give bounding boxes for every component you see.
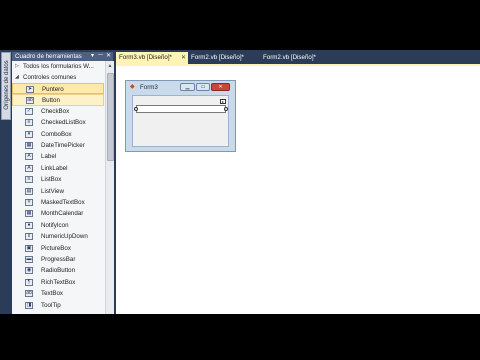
toolbox-item[interactable]: ▦ DateTimePicker: [12, 140, 104, 151]
linklabel-icon: A: [25, 164, 33, 172]
pointer-icon: ➤: [26, 86, 34, 93]
toolbox-item-label: RichTextBox: [41, 278, 76, 286]
tab-form2-design[interactable]: Form2.vb [Diseño]*: [188, 52, 264, 64]
toolbox-item[interactable]: ⇕ NumericUpDown: [12, 231, 104, 242]
toolbox-item[interactable]: ab Button: [12, 94, 104, 106]
combobox-icon: ▾: [25, 130, 33, 138]
category-label: Controles comunes: [23, 74, 77, 81]
designer-surface[interactable]: ◆ Form3 ▁ ▭ ✕ ▸: [116, 64, 480, 314]
toolbox-item[interactable]: A LinkLabel: [12, 163, 104, 174]
toolbox-title: Cuadro de herramientas: [15, 53, 82, 60]
numericupdown-icon: ⇕: [25, 233, 33, 241]
close-tab-icon[interactable]: ✕: [181, 52, 186, 64]
toolbox-item[interactable]: ◉ RadioButton: [12, 265, 104, 276]
tab-form2-design-2[interactable]: Form2.vb [Diseño]*: [260, 52, 336, 64]
scroll-up-icon[interactable]: ▲: [107, 62, 113, 70]
tooltip-icon: ◨: [25, 301, 33, 309]
tab-label: Form2.vb [Diseño]*: [191, 54, 244, 61]
toolbox-item[interactable]: ✓ CheckBox: [12, 106, 104, 117]
visual-studio-window: Orígenes de datos Cuadro de herramientas…: [0, 50, 480, 314]
maximize-icon[interactable]: ▭: [196, 83, 210, 91]
smart-tag-icon[interactable]: ▸: [220, 99, 226, 104]
toolbox-item[interactable]: ≡ CheckedListBox: [12, 117, 104, 128]
picturebox-icon: ▣: [25, 244, 33, 252]
tab-form3-design[interactable]: Form3.vb [Diseño]* ✕: [116, 52, 188, 64]
button-icon: ab: [26, 97, 34, 105]
checkbox-icon: ✓: [25, 107, 33, 115]
toolbox-item[interactable]: ● NotifyIcon: [12, 220, 104, 231]
toolbox-panel: Cuadro de herramientas ▾ ᅳ ✕ ▷ Todos los…: [12, 52, 114, 314]
window-position-icon[interactable]: ▾: [89, 52, 96, 61]
toolbox-item[interactable]: ▦ MonthCalendar: [12, 208, 104, 219]
expanded-arrow-icon: ◢: [15, 74, 19, 80]
resize-handle-right[interactable]: [224, 107, 228, 111]
checkedlistbox-icon: ≡: [25, 119, 33, 127]
notifyicon-icon: ●: [25, 221, 33, 229]
toolbox-list: ▷ Todos los formularios W... ◢ Controles…: [12, 61, 104, 314]
radiobutton-icon: ◉: [25, 267, 33, 275]
toolbox-item-label: LinkLabel: [41, 164, 68, 172]
toolbox-item-label: CheckedListBox: [41, 119, 86, 127]
toolbox-item-label: ToolTip: [41, 301, 61, 309]
toolbox-item-label: MonthCalendar: [41, 210, 84, 218]
listbox-icon: ≡: [25, 176, 33, 184]
toolbox-item[interactable]: ▾ ComboBox: [12, 129, 104, 140]
toolbox-item-label: RadioButton: [41, 267, 76, 275]
listview-icon: ▤: [25, 187, 33, 195]
origins-tab-label: Orígenes de datos: [4, 60, 10, 110]
form-client-area[interactable]: ▸: [132, 95, 229, 147]
collapsed-arrow-icon: ▷: [15, 63, 19, 69]
pin-icon[interactable]: ᅳ: [97, 52, 104, 61]
toolbox-item-label: NotifyIcon: [41, 221, 69, 229]
minimize-icon[interactable]: ▁: [180, 83, 195, 91]
toolbox-item[interactable]: ▣ PictureBox: [12, 243, 104, 254]
maskedtextbox-icon: #: [25, 199, 33, 206]
toolbox-item-label: DateTimePicker: [41, 142, 85, 149]
scrollbar-thumb[interactable]: [107, 73, 114, 161]
toolbox-item[interactable]: ◨ ToolTip: [12, 300, 104, 311]
richtextbox-icon: ¶: [25, 278, 33, 286]
progressbar-icon: ▬: [25, 256, 33, 263]
toolbox-item[interactable]: # MaskedTextBox: [12, 197, 104, 208]
toolbox-item[interactable]: ➤ Puntero: [12, 83, 104, 95]
toolbox-item[interactable]: A Label: [12, 151, 104, 162]
toolbox-item[interactable]: ¶ RichTextBox: [12, 277, 104, 288]
toolbox-scrollbar[interactable]: ▲: [105, 61, 114, 314]
toolbox-item-label: CheckBox: [41, 107, 70, 115]
form-close-icon[interactable]: ✕: [211, 83, 230, 91]
category-label: Todos los formularios W...: [23, 63, 94, 70]
form-window[interactable]: ◆ Form3 ▁ ▭ ✕ ▸: [125, 80, 236, 152]
toolbox-item-label: ComboBox: [41, 130, 72, 138]
monthcalendar-icon: ▦: [25, 210, 33, 218]
document-tabs: Form3.vb [Diseño]* ✕ Form2.vb [Diseño]* …: [116, 52, 480, 64]
form-app-icon: ◆: [130, 84, 135, 90]
toolbox-item[interactable]: ≡ ListBox: [12, 174, 104, 185]
form-title: Form3: [140, 84, 158, 91]
toolbox-item-label: ListBox: [41, 176, 62, 184]
origins-tab[interactable]: Orígenes de datos: [1, 52, 11, 120]
toolbox-item[interactable]: ▤ ListView: [12, 186, 104, 197]
origins-strip: Orígenes de datos: [0, 50, 11, 314]
datetimepicker-icon: ▦: [25, 142, 33, 149]
textbox-icon: ab: [25, 290, 33, 298]
toolbox-item-label: ListView: [41, 187, 64, 195]
category-common-controls[interactable]: ◢ Controles comunes: [12, 72, 104, 83]
tab-label: Form3.vb [Diseño]*: [119, 54, 172, 61]
resize-handle-left[interactable]: [134, 107, 138, 111]
tab-label: Form2.vb [Diseño]*: [263, 54, 316, 61]
category-all-windows-forms[interactable]: ▷ Todos los formularios W...: [12, 61, 104, 72]
close-icon[interactable]: ✕: [105, 52, 112, 61]
toolbox-item-label: TextBox: [41, 290, 64, 298]
toolbox-title-bar: Cuadro de herramientas ▾ ᅳ ✕: [12, 52, 113, 61]
toolbox-item[interactable]: ▬ ProgressBar: [12, 254, 104, 265]
toolbox-item-label: MaskedTextBox: [41, 199, 85, 206]
toolbox-item-label: PictureBox: [41, 244, 71, 252]
toolbox-item-label: ProgressBar: [41, 256, 76, 263]
textbox-control[interactable]: [136, 105, 226, 113]
toolbox-item-label: Label: [41, 153, 57, 161]
toolbox-item[interactable]: ab TextBox: [12, 288, 104, 299]
label-icon: A: [25, 153, 33, 161]
toolbox-item-label: NumericUpDown: [41, 233, 88, 241]
